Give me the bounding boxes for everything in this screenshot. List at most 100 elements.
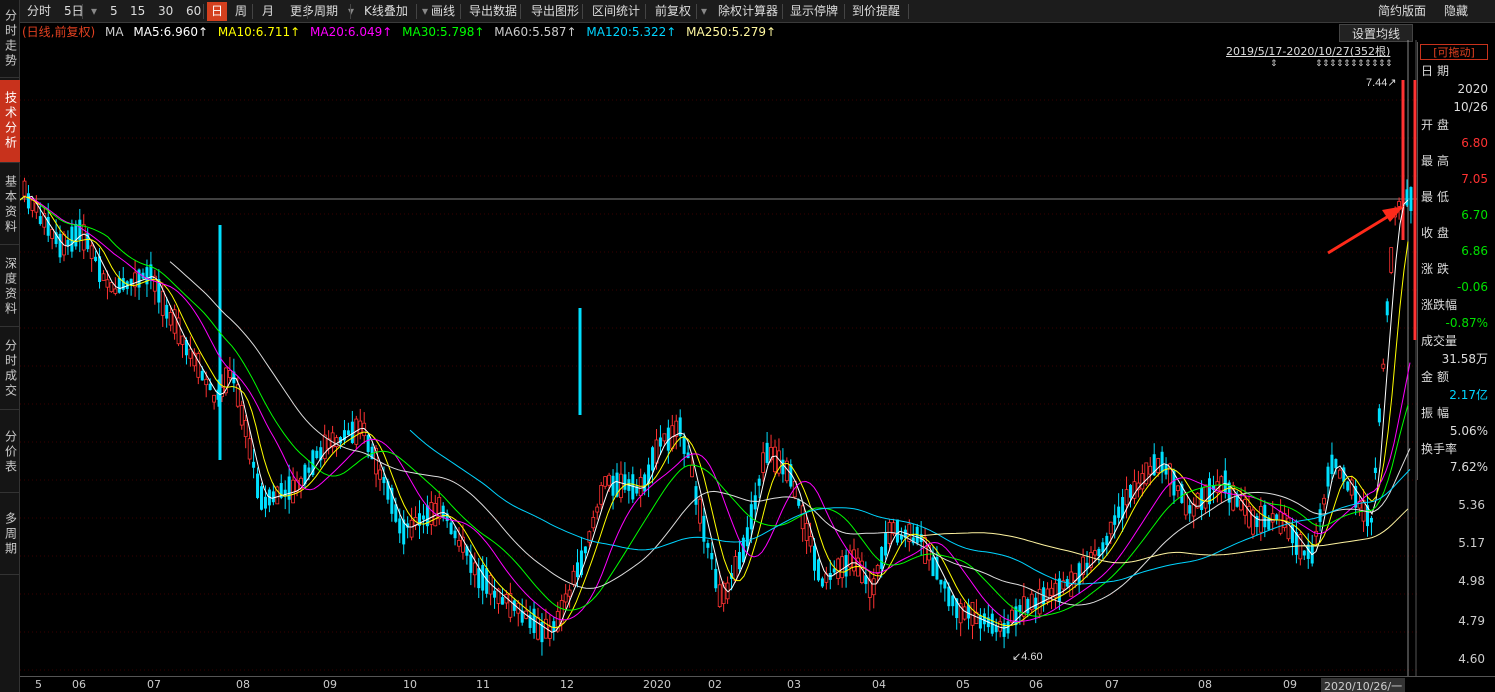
toolbar-item-4[interactable]: 15 xyxy=(126,2,149,21)
candle-body xyxy=(477,568,481,589)
candle-body xyxy=(1346,481,1350,491)
candle-body xyxy=(117,277,121,293)
side-tab-3[interactable]: 深度资料 xyxy=(0,247,20,327)
toolbar-item-1[interactable]: 5日 xyxy=(60,2,88,21)
simple-layout-button[interactable]: 简约版面 xyxy=(1374,2,1430,21)
toolbar-item-12[interactable]: K线叠加 xyxy=(360,2,412,21)
candle-body xyxy=(1219,476,1224,492)
toolbar-item-5[interactable]: 30 xyxy=(154,2,177,21)
candle-body xyxy=(710,552,714,560)
candle-body xyxy=(662,433,667,442)
candle-body xyxy=(1160,451,1164,473)
candle-body xyxy=(168,312,173,326)
candle-body xyxy=(1057,578,1061,602)
ma250-value: MA250:5.279↑ xyxy=(686,25,777,39)
candle-body xyxy=(70,226,74,252)
candle-body xyxy=(840,556,845,579)
candle-body xyxy=(690,464,694,478)
toolbar-item-22[interactable]: 到价提醒 xyxy=(848,2,904,21)
event-marker: ⇕ xyxy=(1385,59,1393,69)
side-tab-6[interactable]: 多周期 xyxy=(0,495,20,575)
toolbar-item-9[interactable]: 月 xyxy=(258,2,278,21)
candle-body xyxy=(583,546,587,554)
candle-body xyxy=(227,370,232,378)
candle-body xyxy=(871,578,876,596)
candle-body xyxy=(508,593,513,618)
candle-body xyxy=(94,256,98,261)
candle-body xyxy=(567,589,572,597)
amount-label: 金额 xyxy=(1421,370,1454,384)
date-tick-label: 2020 xyxy=(643,678,671,691)
candle-body xyxy=(180,335,185,345)
toolbar-separator xyxy=(696,4,697,19)
candle-body xyxy=(398,518,402,534)
high-price-marker: 7.44↗ xyxy=(1366,77,1397,89)
toolbar-item-7[interactable]: 日 xyxy=(207,2,228,21)
candle-body xyxy=(880,546,884,569)
candle-body xyxy=(113,288,118,294)
toolbar-item-0[interactable]: 分时 xyxy=(23,2,55,21)
toolbar-item-14[interactable]: 画线 xyxy=(427,2,459,21)
candle-body xyxy=(453,530,457,539)
candle-body xyxy=(1093,550,1097,556)
toolbar-item-16[interactable]: 导出图形 xyxy=(527,2,583,21)
kline-chart[interactable]: 7.44↗↙4.60⇕ ⇕ ⇕ ⇕ ⇕ ⇕ ⇕ ⇕ ⇕ ⇕ ⇕ ⇕ xyxy=(20,40,1417,676)
candle-body xyxy=(714,568,718,589)
candle-body xyxy=(1334,459,1338,469)
toolbar-item-8[interactable]: 周 xyxy=(231,2,251,21)
date-tick-label: 2020/10/26/一 xyxy=(1321,678,1406,692)
side-tab-2[interactable]: 基本资料 xyxy=(0,165,20,245)
candle-body xyxy=(1322,497,1326,505)
toolbar-item-10[interactable]: 更多周期 xyxy=(286,2,342,21)
toolbar-item-6[interactable]: 60 xyxy=(182,2,205,21)
candle-body xyxy=(22,180,27,197)
ma30-value: MA30:5.798↑ xyxy=(402,25,485,39)
candle-body xyxy=(1156,458,1161,474)
side-tab-0[interactable]: 分时走势 xyxy=(0,0,20,78)
ma-legend-ma-label[interactable]: MA xyxy=(105,25,124,39)
info-panel-drag-handle[interactable]: [可拖动] xyxy=(1420,44,1488,60)
side-tab-4[interactable]: 分时成交 xyxy=(0,329,20,410)
toolbar-dropdown-arrow-icon[interactable]: ▾ xyxy=(347,2,355,21)
price-tick-label: 5.17 xyxy=(1458,536,1485,550)
candle-body xyxy=(884,532,888,556)
candle-body xyxy=(591,517,596,529)
candle-body xyxy=(694,486,698,505)
candle-body xyxy=(1188,505,1192,514)
candle-body xyxy=(1026,599,1030,614)
candle-body xyxy=(500,597,504,605)
toolbar-item-15[interactable]: 导出数据 xyxy=(465,2,521,21)
date-year: 2020 xyxy=(1457,82,1488,96)
candle-body xyxy=(603,476,608,487)
ma-legend: (日线,前复权) MA MA5:6.960↑ MA10:6.711↑ MA20:… xyxy=(22,24,782,40)
side-tab-1[interactable]: 技术分析 xyxy=(0,80,20,163)
candle-body xyxy=(105,279,110,288)
candle-body xyxy=(58,233,62,258)
toolbar-item-17[interactable]: 区间统计 xyxy=(588,2,644,21)
toolbar-dropdown-arrow-icon[interactable]: ▾ xyxy=(700,2,708,21)
candle-body xyxy=(26,193,30,209)
toolbar-dropdown-arrow-icon[interactable]: ▾ xyxy=(90,2,98,21)
candle-body xyxy=(1034,597,1038,610)
toolbar-item-20[interactable]: 除权计算器 xyxy=(714,2,782,21)
toolbar-item-3[interactable]: 5 xyxy=(106,2,122,21)
toolbar-separator xyxy=(908,4,909,19)
toolbar-separator xyxy=(252,4,253,19)
candle-body xyxy=(1097,548,1101,557)
toolbar-separator xyxy=(582,4,583,19)
toolbar-item-21[interactable]: 显示停牌 xyxy=(786,2,842,21)
candle-body xyxy=(816,559,820,581)
side-tab-5[interactable]: 分价表 xyxy=(0,412,20,493)
date-tick-label: 10 xyxy=(403,678,417,691)
candle-body xyxy=(682,435,686,454)
candle-body xyxy=(947,586,951,607)
candle-body xyxy=(260,486,263,510)
candle-body xyxy=(1373,467,1377,474)
candle-body xyxy=(1369,517,1373,523)
candle-body xyxy=(761,452,766,473)
toolbar-item-18[interactable]: 前复权 xyxy=(651,2,695,21)
candle-body xyxy=(421,515,425,520)
candle-body xyxy=(753,495,757,510)
date-value: 10/26 xyxy=(1453,100,1488,114)
hide-button[interactable]: 隐藏 xyxy=(1440,2,1472,21)
